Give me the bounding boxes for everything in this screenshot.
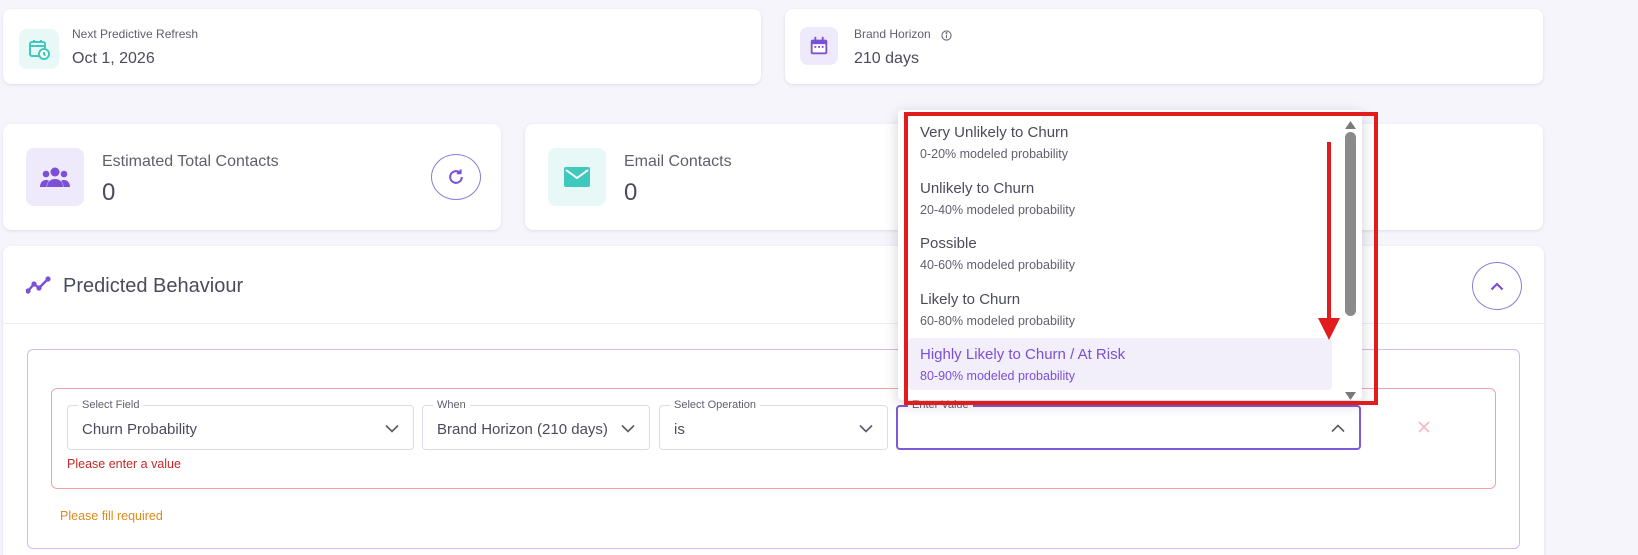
estimated-contacts-value: 0 xyxy=(102,179,116,206)
refresh-button[interactable] xyxy=(431,154,481,200)
arrow-down-icon xyxy=(1318,318,1340,345)
users-icon xyxy=(26,148,84,206)
estimated-contacts-card: Estimated Total Contacts 0 xyxy=(3,124,501,230)
next-refresh-label: Next Predictive Refresh xyxy=(72,27,199,41)
option-title: Highly Likely to Churn / At Risk xyxy=(920,346,1126,363)
when-value: Brand Horizon (210 days) xyxy=(437,421,608,438)
when-dropdown[interactable]: When Brand Horizon (210 days) xyxy=(422,399,650,450)
value-error-text: Please enter a value xyxy=(67,457,181,471)
chevron-up-icon xyxy=(1490,281,1504,290)
dropdown-option-selected[interactable]: Highly Likely to Churn / At Risk 80-90% … xyxy=(908,338,1332,390)
email-contacts-label: Email Contacts xyxy=(624,153,732,170)
mail-icon xyxy=(548,148,606,206)
select-field-label: Select Field xyxy=(78,399,144,411)
dropdown-scrollbar[interactable] xyxy=(1343,110,1359,400)
option-subtitle: 80-90% modeled probability xyxy=(920,369,1075,383)
option-subtitle: 0-20% modeled probability xyxy=(920,147,1069,161)
trend-line-icon xyxy=(25,276,51,299)
calendar-clock-icon xyxy=(19,29,59,69)
next-refresh-value: Oct 1, 2026 xyxy=(72,50,155,67)
dropdown-option[interactable]: Unlikely to Churn 20-40% modeled probabi… xyxy=(908,172,1332,224)
dropdown-option[interactable]: Likely to Churn 60-80% modeled probabili… xyxy=(908,283,1332,335)
brand-horizon-label: Brand Horizon xyxy=(854,27,931,41)
brand-horizon-value: 210 days xyxy=(854,50,919,67)
option-title: Likely to Churn xyxy=(920,291,1021,308)
option-title: Very Unlikely to Churn xyxy=(920,124,1069,141)
brand-horizon-card: Brand Horizon 210 days xyxy=(785,9,1543,84)
chevron-down-icon xyxy=(621,420,635,438)
chevron-down-icon xyxy=(859,420,873,438)
info-icon[interactable] xyxy=(941,28,952,46)
option-title: Possible xyxy=(920,235,977,252)
email-contacts-value: 0 xyxy=(624,179,638,206)
operation-label: Select Operation xyxy=(670,399,760,411)
operation-value: is xyxy=(674,421,685,438)
value-label: Enter Value xyxy=(908,399,973,411)
estimated-contacts-label: Estimated Total Contacts xyxy=(102,153,279,170)
close-icon[interactable] xyxy=(1418,420,1430,438)
option-subtitle: 40-60% modeled probability xyxy=(920,258,1075,272)
select-field-value: Churn Probability xyxy=(82,421,198,438)
option-subtitle: 20-40% modeled probability xyxy=(920,203,1075,217)
option-title: Unlikely to Churn xyxy=(920,180,1035,197)
option-subtitle: 60-80% modeled probability xyxy=(920,314,1075,328)
value-select[interactable]: Enter Value xyxy=(896,399,1361,450)
chevron-up-icon[interactable] xyxy=(1331,420,1345,438)
when-label: When xyxy=(433,399,470,411)
collapse-button[interactable] xyxy=(1472,262,1522,310)
operation-dropdown[interactable]: Select Operation is xyxy=(659,399,888,450)
dropdown-option[interactable]: Possible 40-60% modeled probability xyxy=(908,227,1332,279)
refresh-icon xyxy=(449,169,463,184)
select-field-dropdown[interactable]: Select Field Churn Probability xyxy=(67,399,414,450)
section-title: Predicted Behaviour xyxy=(63,275,244,297)
dropdown-option[interactable]: Very Unlikely to Churn 0-20% modeled pro… xyxy=(908,116,1332,168)
annotation-arrow-shaft xyxy=(1327,142,1331,322)
next-refresh-card: Next Predictive Refresh Oct 1, 2026 xyxy=(3,9,761,84)
value-options-menu: Very Unlikely to Churn 0-20% modeled pro… xyxy=(898,110,1362,400)
calendar-icon xyxy=(800,27,838,65)
group-warning-text: Please fill required xyxy=(60,509,163,523)
scroll-thumb[interactable] xyxy=(1345,132,1356,316)
scroll-down-icon[interactable] xyxy=(1345,387,1356,400)
chevron-down-icon xyxy=(385,420,399,438)
